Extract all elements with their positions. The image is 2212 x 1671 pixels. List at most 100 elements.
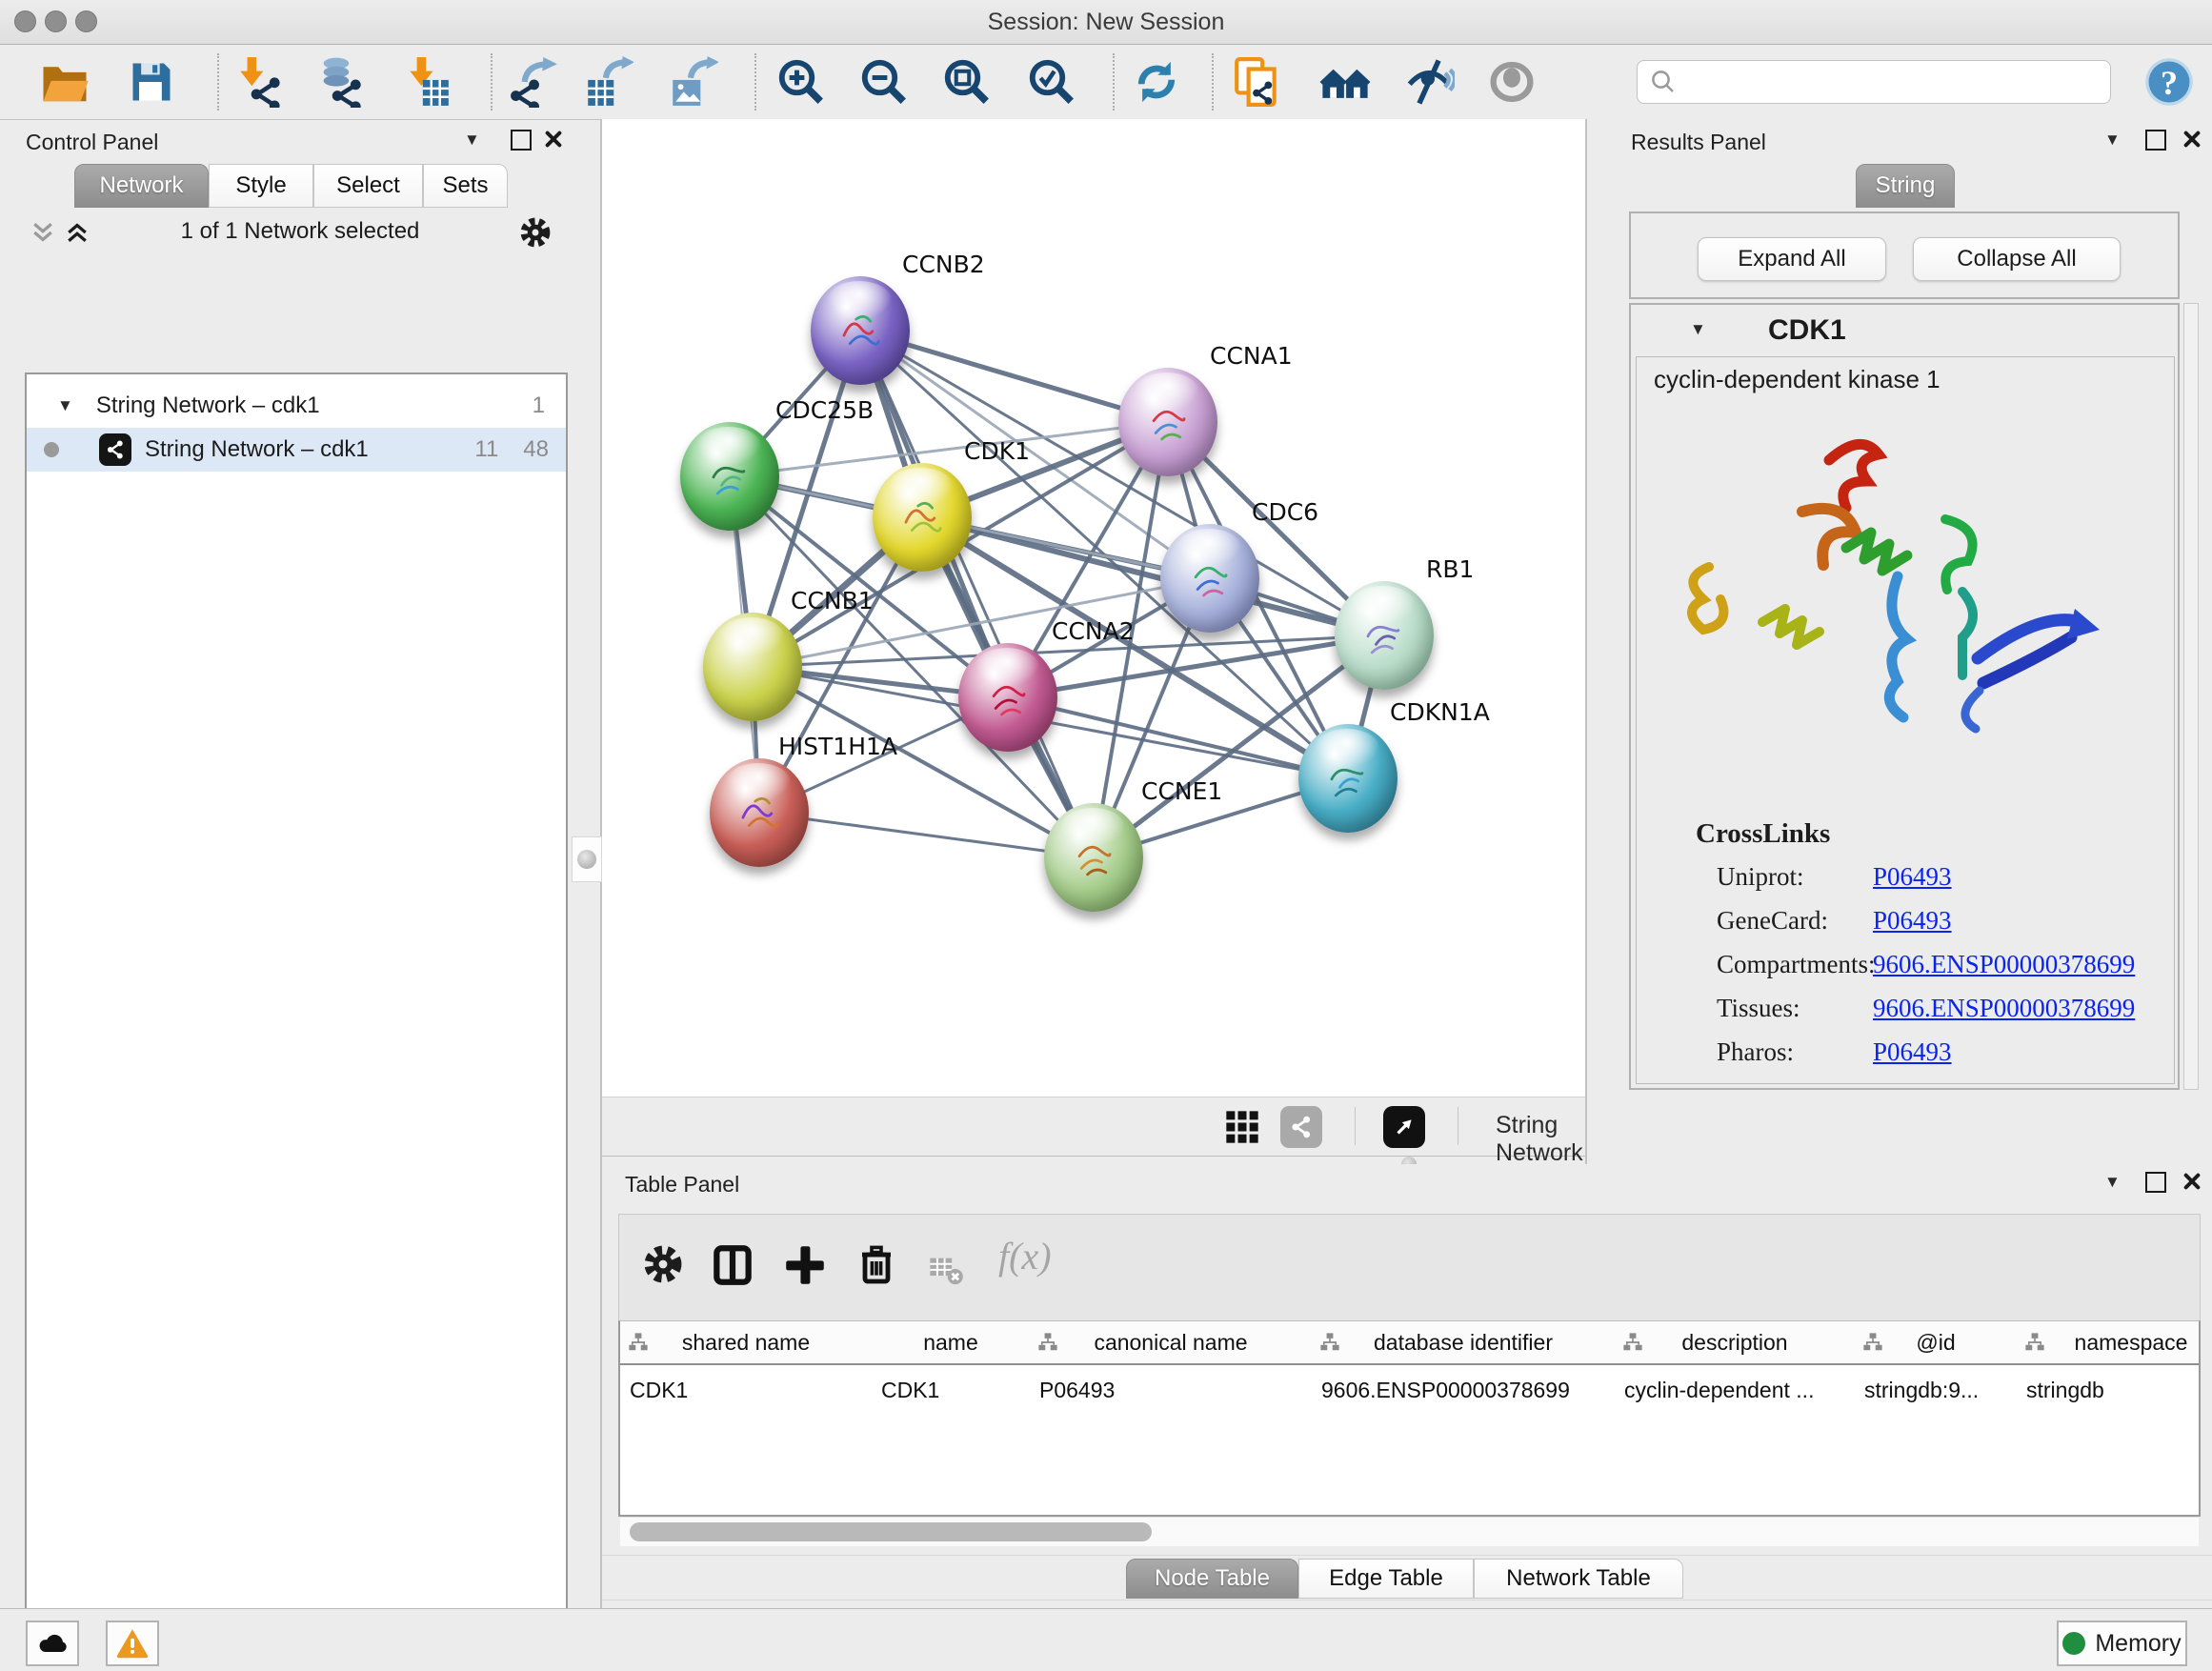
float-panel-icon[interactable] [511,130,532,151]
crosslink-link[interactable]: 9606.ENSP00000378699 [1873,950,2135,979]
table-cell[interactable]: CDK1 [872,1371,1030,1409]
table-cell[interactable]: cyclin-dependent ... [1615,1371,1855,1409]
table-cell[interactable]: CDK1 [620,1371,872,1409]
network-node-HIST1H1A[interactable] [710,758,809,867]
warning-button[interactable] [106,1621,159,1666]
help-icon[interactable]: ? [2142,54,2197,110]
network-collection-row[interactable]: ▼ String Network – cdk1 1 [27,384,566,428]
expand-all-button[interactable]: Expand All [1698,237,1886,281]
memory-button[interactable]: Memory [2057,1621,2187,1666]
collapse-all-button[interactable]: Collapse All [1913,237,2121,281]
hide-selected-icon[interactable] [1401,54,1457,110]
table-gear-icon[interactable] [640,1241,686,1292]
panel-menu-icon[interactable]: ▼ [464,131,480,150]
tab-network-table[interactable]: Network Table [1474,1559,1683,1599]
left-splitter-handle[interactable] [572,836,602,882]
network-node-CCNB2[interactable] [811,276,910,385]
network-node-CCNA1[interactable] [1118,368,1217,476]
zoom-selected-icon[interactable] [1024,54,1079,110]
crosslink-link[interactable]: P06493 [1873,1037,1952,1067]
crosslink-label: GeneCard: [1717,906,1828,936]
table-cell[interactable]: stringdb [2017,1371,2201,1409]
clone-network-icon[interactable] [1230,54,1285,110]
float-panel-icon[interactable] [2145,1172,2166,1193]
protein-ribbon-thumbnail [977,670,1038,731]
network-node-CDC25B[interactable] [680,422,779,531]
tab-string[interactable]: String [1856,164,1955,208]
panel-menu-icon[interactable]: ▼ [2104,131,2121,150]
zoom-in-icon[interactable] [774,54,829,110]
protein-ribbon-thumbnail [1137,394,1198,455]
show-eye-icon[interactable] [1484,54,1539,110]
create-column-icon[interactable] [781,1241,829,1294]
network-node-label: RB1 [1426,555,1474,583]
network-node-label: CCNB1 [791,587,874,614]
import-table-icon[interactable] [399,54,454,110]
tab-select[interactable]: Select [313,164,423,208]
panel-menu-icon[interactable]: ▼ [2104,1173,2121,1192]
search-icon [1649,68,1678,96]
collection-label: String Network – cdk1 [96,393,320,419]
string-network-icon [99,433,131,466]
search-input[interactable] [1637,60,2111,104]
table-cell[interactable]: P06493 [1030,1371,1312,1409]
open-external-icon[interactable] [1383,1106,1425,1148]
tabstrip-line [602,1600,2212,1601]
tab-network[interactable]: Network [74,164,209,208]
export-table-icon[interactable] [580,54,635,110]
crosslink-link[interactable]: P06493 [1873,906,1952,936]
network-selection-status: 1 of 1 Network selected [0,218,600,245]
crosslink-link[interactable]: 9606.ENSP00000378699 [1873,994,2135,1023]
tree-expander-icon[interactable]: ▼ [57,396,73,415]
close-panel-icon[interactable] [2182,130,2201,149]
search-text-field[interactable] [1678,68,2110,96]
table-cell[interactable]: 9606.ENSP00000378699 [1312,1371,1615,1409]
scrollbar-thumb[interactable] [630,1522,1152,1541]
birdseye-grid-icon[interactable] [1223,1108,1261,1151]
crosslink-link[interactable]: P06493 [1873,862,1952,892]
svg-text:?: ? [2161,64,2178,102]
protein-ribbon-thumbnail [892,490,953,551]
network-canvas[interactable]: CCNB2CCNA1CDC25BCDK1CDC6RB1CCNB1CCNA2CDK… [602,119,1585,1097]
refresh-view-icon[interactable] [1129,54,1184,110]
string-view-toggle-icon[interactable] [1280,1106,1322,1148]
network-node-label: CDK1 [964,437,1030,465]
network-node-CDK1[interactable] [873,463,972,572]
cloud-button[interactable] [26,1621,79,1666]
export-image-icon[interactable] [665,54,720,110]
open-folder-icon[interactable] [37,54,92,110]
save-session-icon[interactable] [124,54,179,110]
protein-ribbon-thumbnail [1317,751,1378,812]
zoom-fit-icon[interactable] [939,54,995,110]
network-row-selected[interactable]: String Network – cdk1 11 48 [27,428,566,472]
import-network-icon[interactable] [231,54,287,110]
edge-count: 48 [523,436,549,463]
close-panel-icon[interactable] [2182,1172,2201,1191]
table-h-scrollbar[interactable] [620,1517,2199,1546]
network-node-CCNB1[interactable] [703,613,802,721]
select-columns-icon[interactable] [709,1241,756,1294]
network-node-CCNE1[interactable] [1044,803,1143,912]
tab-node-table[interactable]: Node Table [1126,1559,1298,1599]
network-node-CDKN1A[interactable] [1298,724,1398,833]
table-cell[interactable]: stringdb:9... [1855,1371,2017,1409]
table-panel-title: Table Panel [625,1172,739,1198]
tab-sets[interactable]: Sets [423,164,508,208]
import-database-icon[interactable] [311,54,366,110]
gene-name: CDK1 [1768,314,1846,347]
home-view-icon[interactable] [1317,54,1373,110]
zoom-out-icon[interactable] [856,54,912,110]
network-node-CDC6[interactable] [1160,524,1259,633]
float-panel-icon[interactable] [2145,130,2166,151]
network-node-CCNA2[interactable] [958,643,1057,752]
section-expander-icon[interactable]: ▼ [1690,320,1706,339]
network-view-toolbar: String Network – cdk1 1 - 0 0 - 0 [602,1097,1585,1157]
close-panel-icon[interactable] [543,130,562,149]
gear-icon[interactable] [517,214,553,255]
export-network-icon[interactable] [507,54,562,110]
delete-column-icon[interactable] [854,1241,899,1292]
tab-edge-table[interactable]: Edge Table [1298,1559,1474,1599]
network-node-RB1[interactable] [1335,581,1434,690]
tab-style[interactable]: Style [209,164,313,208]
results-scrollbar[interactable] [2183,303,2199,1090]
